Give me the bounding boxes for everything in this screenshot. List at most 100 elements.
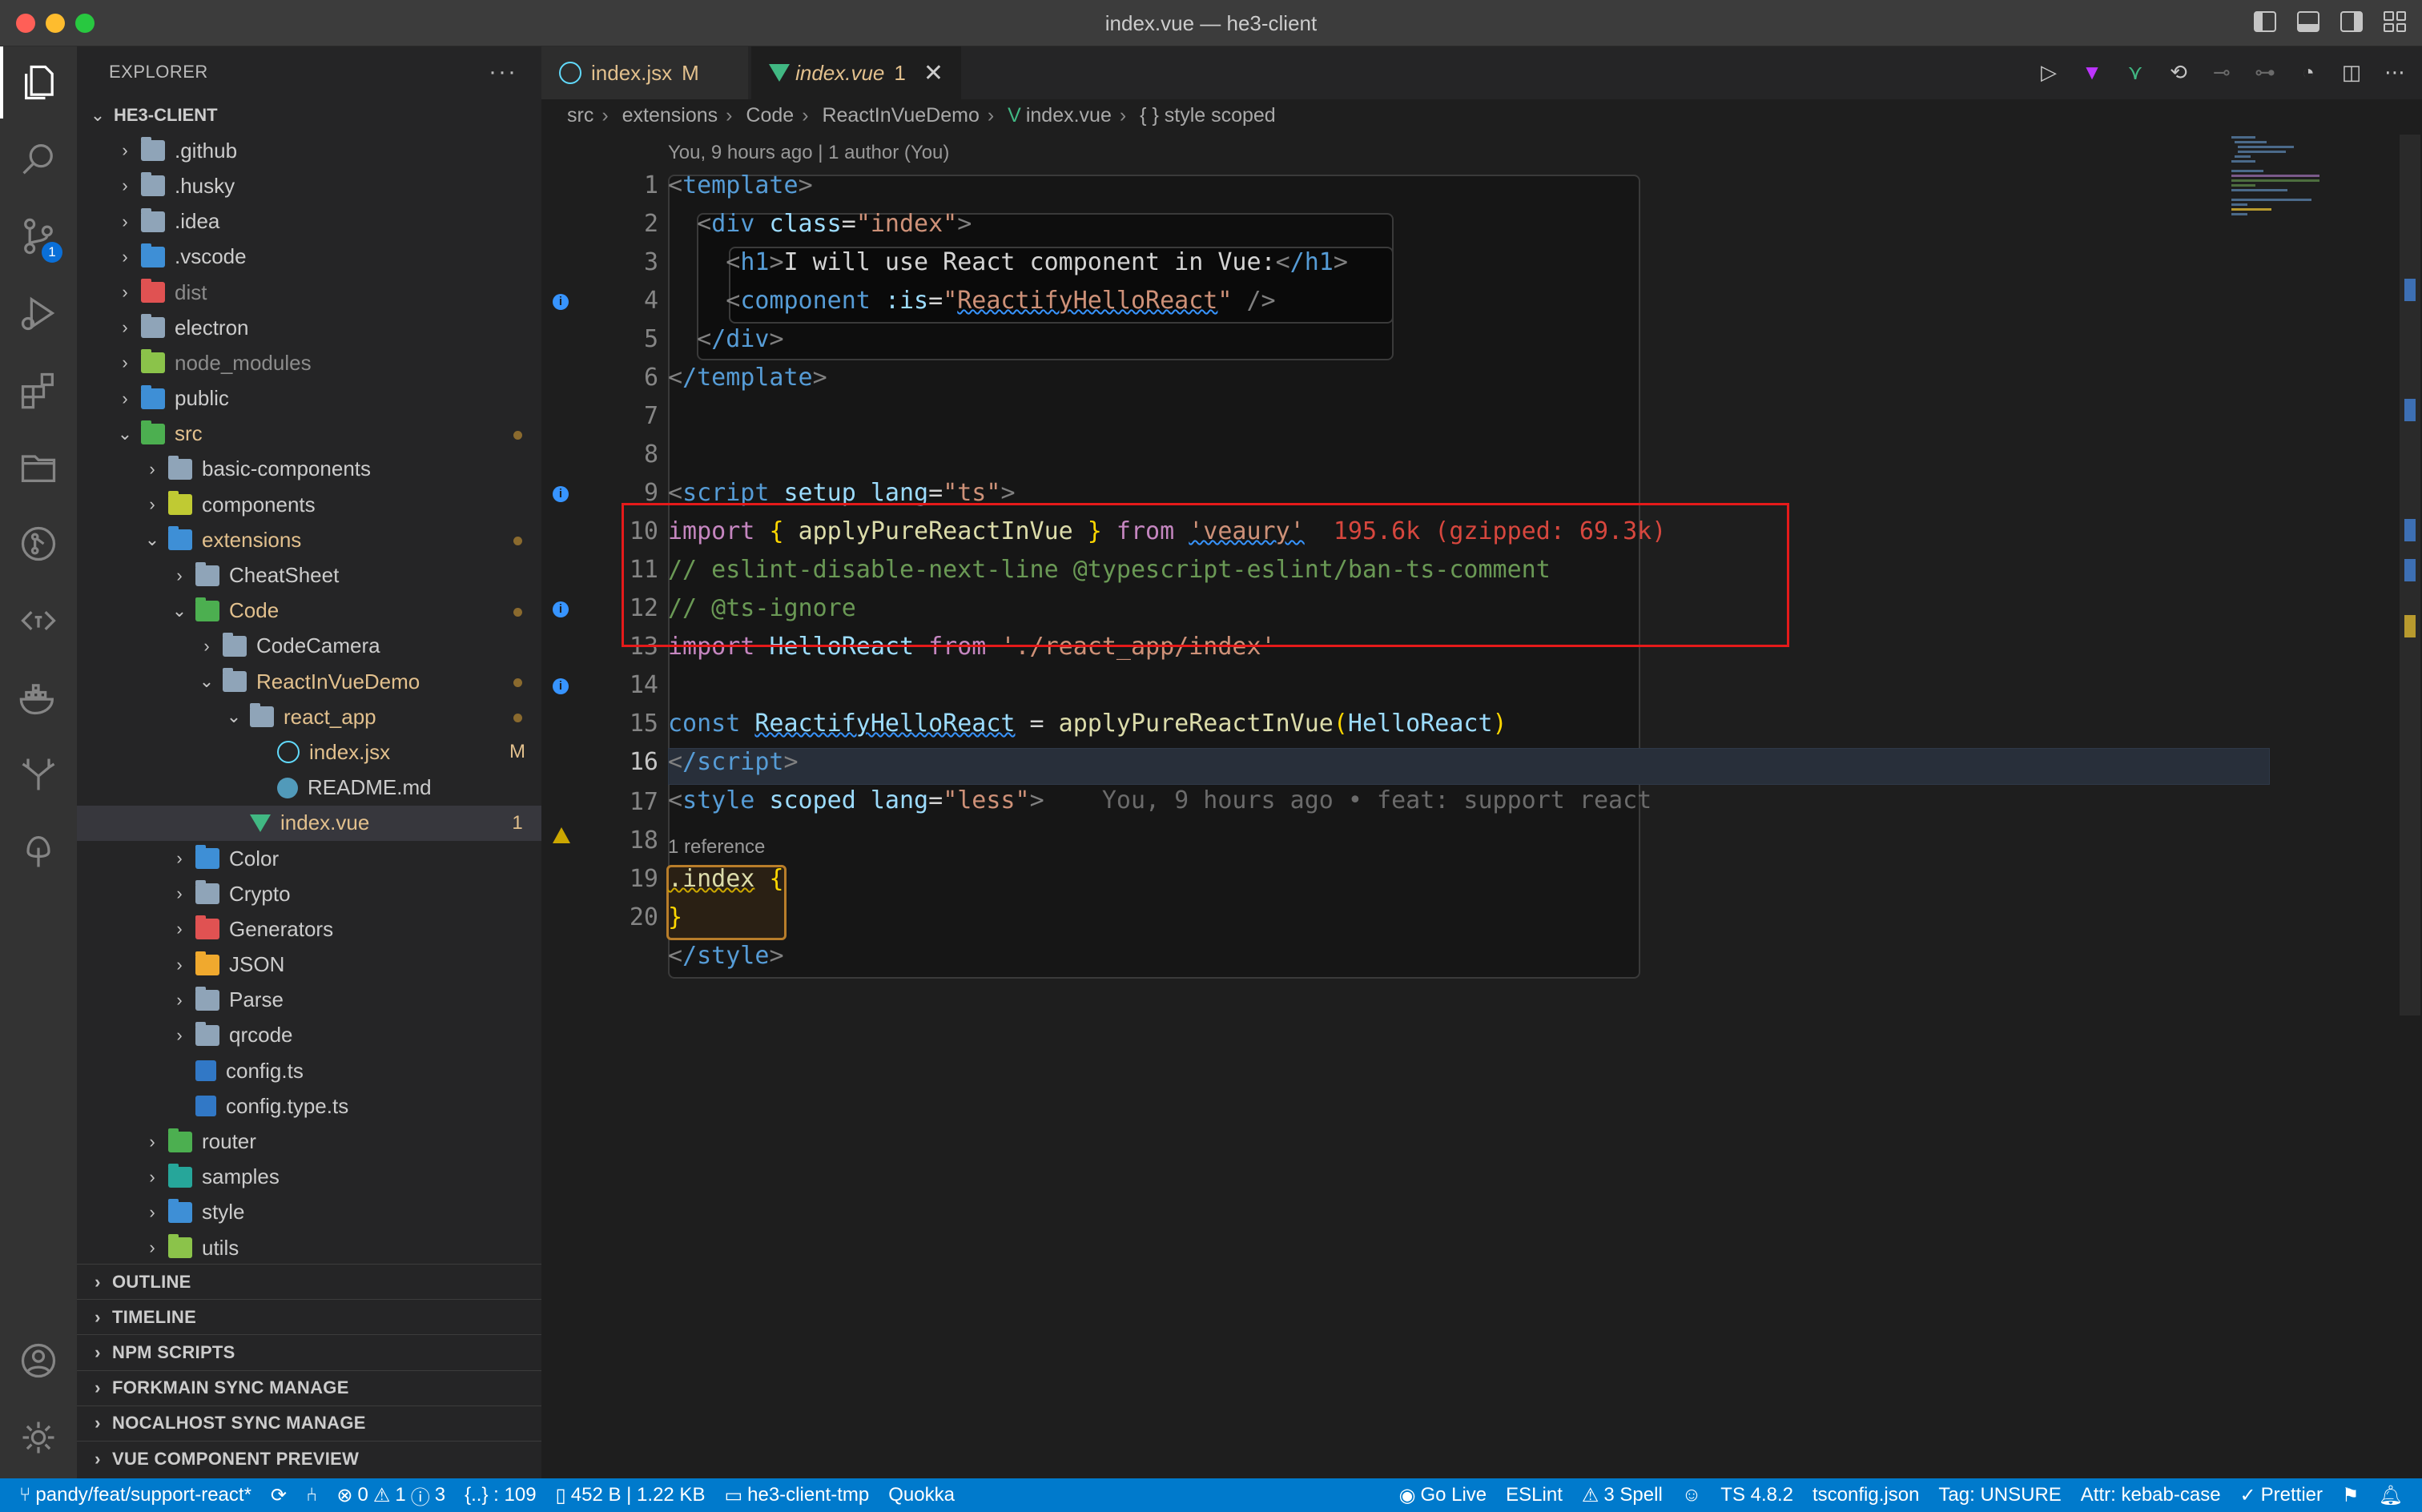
workspace-root[interactable]: ⌄ HE3-CLIENT [77, 98, 541, 133]
folders-icon[interactable] [0, 431, 77, 503]
toggle-panel-icon[interactable] [2297, 11, 2319, 32]
tag-case-status[interactable]: Tag: UNSURE [1938, 1484, 2061, 1506]
tab-index-vue[interactable]: index.vue 1 ✕ [751, 46, 961, 99]
git-compare-icon[interactable]: ⑃ [306, 1484, 317, 1506]
branch-status[interactable]: ⑂ pandy/feat/support-react* [19, 1484, 251, 1506]
tree-folder[interactable]: › .husky [77, 168, 541, 203]
run-debug-icon[interactable] [0, 277, 77, 349]
info-icon[interactable]: i [553, 601, 569, 617]
tree-folder[interactable]: ⌄ src [77, 416, 541, 452]
breadcrumb-item[interactable]: ReactInVueDemo [822, 104, 979, 127]
tree-folder[interactable]: › public [77, 381, 541, 416]
tree-folder[interactable]: › style [77, 1195, 541, 1230]
vite-icon[interactable]: ▼ [2081, 61, 2103, 83]
line-number[interactable]: 3 [573, 248, 658, 276]
vue-devtools-icon[interactable]: ⋎ [2124, 61, 2146, 83]
tree-folder[interactable]: › Crypto [77, 876, 541, 911]
toggle-secondary-sidebar-icon[interactable] [2340, 11, 2363, 32]
info-icon[interactable]: i [553, 486, 569, 502]
tree-folder[interactable]: › utils [77, 1230, 541, 1265]
toggle-primary-sidebar-icon[interactable] [2254, 11, 2276, 32]
tree-file[interactable]: index.jsx M [77, 734, 541, 770]
search-icon[interactable] [0, 123, 77, 195]
code-line-1[interactable]: <template> [668, 171, 813, 199]
line-number[interactable]: 6 [573, 364, 658, 392]
tree-folder[interactable]: › .vscode [77, 239, 541, 275]
code-line-2[interactable]: <div class="index"> [668, 210, 972, 238]
tree-folder[interactable]: › router [77, 1124, 541, 1159]
breadcrumb-item[interactable]: src [567, 104, 593, 127]
problems-status[interactable]: ⊗ 0 ⚠ 1 ⓘ 3 [336, 1482, 445, 1510]
tree-folder[interactable]: › CodeCamera [77, 629, 541, 664]
line-number[interactable]: 20 [573, 903, 658, 931]
go-live-button[interactable]: ◉ Go Live [1398, 1484, 1487, 1507]
quokka-status[interactable]: Quokka [888, 1484, 955, 1506]
tab-index-jsx[interactable]: index.jsx M [541, 46, 748, 99]
more-actions-icon[interactable]: ⋯ [2384, 61, 2406, 83]
compare-icon[interactable]: ⟲ [2167, 61, 2190, 83]
breadcrumb-item[interactable]: Code [746, 104, 794, 127]
attr-case-status[interactable]: Attr: kebab-case [2081, 1484, 2221, 1506]
code-line-15[interactable]: </script> [668, 748, 799, 776]
code-line-3[interactable]: <h1>I will use React component in Vue:</… [668, 248, 1348, 276]
code-line-6[interactable]: </template> [668, 364, 827, 392]
account-icon[interactable] [0, 1325, 77, 1397]
tree-folder[interactable]: ⌄ react_app [77, 699, 541, 734]
line-number[interactable]: 17 [573, 788, 658, 816]
docker-icon[interactable] [0, 662, 77, 734]
sync-icon[interactable]: ⟳ [271, 1484, 287, 1507]
customize-layout-icon[interactable] [2384, 11, 2406, 32]
tree-folder[interactable]: › samples [77, 1160, 541, 1195]
tag-icon[interactable] [0, 585, 77, 657]
line-number[interactable]: 15 [573, 710, 658, 738]
tree-file[interactable]: config.ts [77, 1053, 541, 1088]
codelens-author[interactable]: You, 9 hours ago | 1 author (You) [668, 142, 949, 164]
notifications-bell-icon[interactable]: 🔔︎ [2379, 1484, 2403, 1507]
sidebar-section-nocalhost-sync-manage[interactable]: › NOCALHOST SYNC MANAGE [77, 1405, 541, 1441]
source-control-icon[interactable]: 1 [0, 200, 77, 272]
workspace-status[interactable]: ▭ he3-client-tmp [724, 1484, 869, 1507]
line-number[interactable]: 7 [573, 402, 658, 430]
tree-folder[interactable]: › .github [77, 133, 541, 168]
go-forward-icon[interactable]: ⊶ [2254, 61, 2276, 83]
tree-folder[interactable]: › node_modules [77, 345, 541, 380]
code-line-14[interactable]: const ReactifyHelloReact = applyPureReac… [668, 710, 1507, 738]
tree-file[interactable]: index.vue 1 [77, 805, 541, 841]
tree-folder[interactable]: ⌄ ReactInVueDemo [77, 664, 541, 699]
line-number[interactable]: 16 [573, 748, 658, 776]
line-number[interactable]: 19 [573, 865, 658, 893]
ts-version-status[interactable]: TS 4.8.2 [1720, 1484, 1793, 1506]
timeline-icon[interactable]: ◔ [2297, 61, 2319, 83]
tree-folder[interactable]: › Generators [77, 911, 541, 947]
tree-folder[interactable]: › .idea [77, 204, 541, 239]
sidebar-section-vue-component-preview[interactable]: › VUE COMPONENT PREVIEW [77, 1440, 541, 1476]
info-icon[interactable]: i [553, 678, 569, 694]
settings-gear-icon[interactable] [0, 1401, 77, 1474]
tree-folder[interactable]: ⌄ Code [77, 593, 541, 629]
line-number[interactable]: 1 [573, 171, 658, 199]
eslint-status[interactable]: ESLint [1506, 1484, 1563, 1506]
more-actions-icon[interactable]: ··· [489, 58, 517, 86]
code-line-19[interactable]: </style> [668, 942, 784, 970]
sidebar-section-forkmain-sync-manage[interactable]: › FORKMAIN SYNC MANAGE [77, 1369, 541, 1405]
run-icon[interactable]: ▷ [2038, 61, 2060, 83]
antler-icon[interactable] [0, 738, 77, 810]
tree-folder[interactable]: › components [77, 487, 541, 522]
explorer-icon[interactable] [0, 46, 77, 119]
line-number[interactable]: 14 [573, 671, 658, 699]
sidebar-section-outline[interactable]: › OUTLINE [77, 1264, 541, 1299]
code-line-18[interactable]: } [668, 903, 682, 931]
tree-folder[interactable]: › Color [77, 841, 541, 876]
sidebar-section-npm-scripts[interactable]: › NPM SCRIPTS [77, 1334, 541, 1369]
tree-folder[interactable]: › Parse [77, 983, 541, 1018]
breadcrumb-item[interactable]: index.vue [1026, 104, 1112, 127]
tree-folder[interactable]: › JSON [77, 947, 541, 983]
warning-icon[interactable] [553, 827, 570, 843]
git-graph-icon[interactable] [0, 508, 77, 580]
code-line-5[interactable]: </div> [668, 325, 783, 353]
vertical-scrollbar[interactable] [2400, 135, 2420, 1015]
tree-folder[interactable]: ⌄ extensions [77, 522, 541, 557]
split-editor-icon[interactable]: ◫ [2340, 61, 2363, 83]
line-number[interactable]: 5 [573, 325, 658, 353]
minimap[interactable] [2230, 135, 2326, 239]
